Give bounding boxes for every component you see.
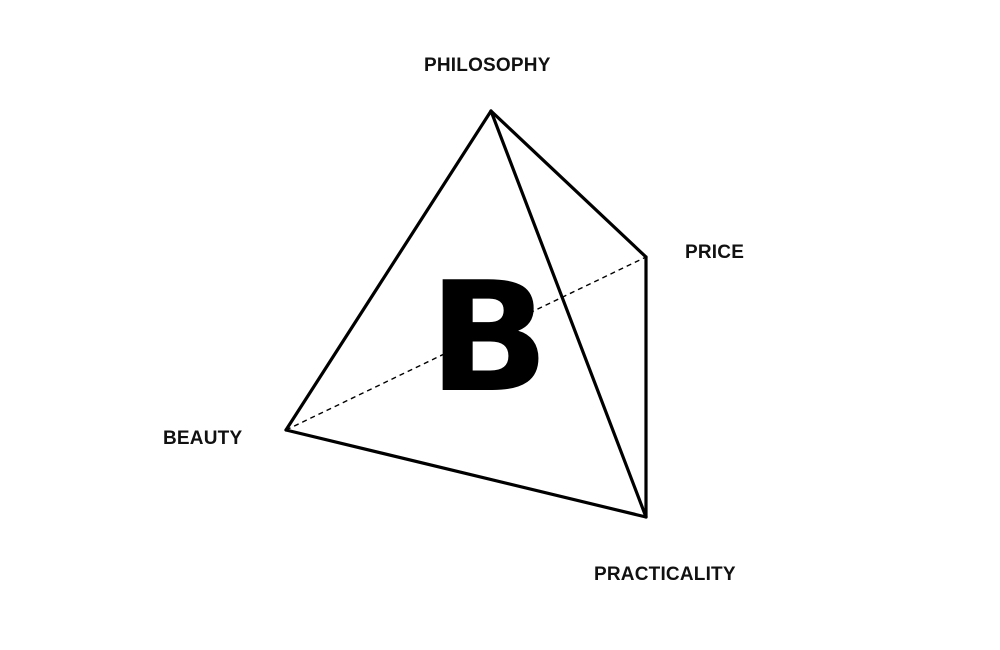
vertex-label-price: PRICE	[685, 242, 745, 263]
vertex-label-philosophy: PHILOSOPHY	[424, 55, 551, 76]
vertex-label-practicality: PRACTICALITY	[594, 564, 736, 585]
center-letter-logo: B	[428, 249, 550, 426]
edge-philosophy-price	[489, 109, 648, 259]
vertex-label-beauty: BEAUTY	[163, 428, 243, 449]
edge-beauty-practicality	[284, 428, 648, 519]
